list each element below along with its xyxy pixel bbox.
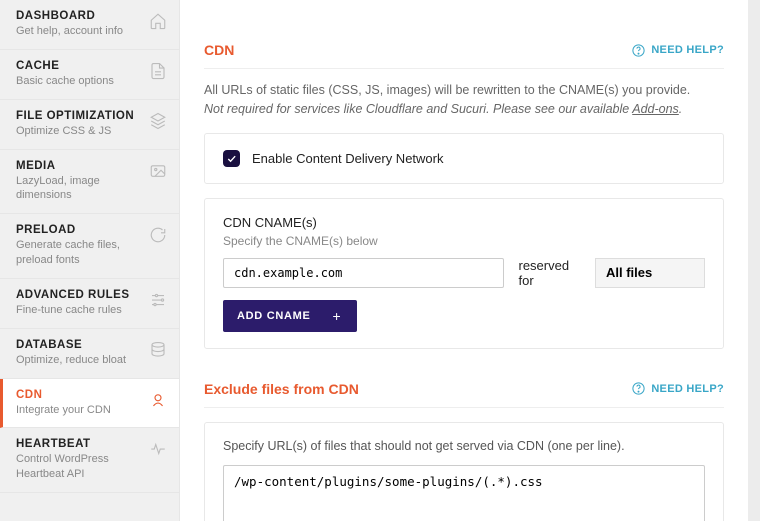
nav-title: DATABASE <box>16 339 143 351</box>
check-icon <box>226 153 237 164</box>
exclude-desc: Specify URL(s) of files that should not … <box>223 439 705 453</box>
nav-subtitle: Generate cache files, preload fonts <box>16 238 143 268</box>
cname-field-hint: Specify the CNAME(s) below <box>223 234 705 248</box>
sidebar-item-preload[interactable]: PRELOAD Generate cache files, preload fo… <box>0 214 179 279</box>
document-icon <box>149 62 167 80</box>
nav-subtitle: LazyLoad, image dimensions <box>16 174 143 204</box>
nav-subtitle: Optimize, reduce bloat <box>16 353 143 368</box>
need-help-link[interactable]: NEED HELP? <box>631 43 724 58</box>
need-help-label: NEED HELP? <box>651 383 724 395</box>
cdn-desc-line2c: . <box>679 102 682 116</box>
filetype-select[interactable]: All files <box>595 258 705 288</box>
nav-title: HEARTBEAT <box>16 438 143 450</box>
enable-cdn-panel: Enable Content Delivery Network <box>204 133 724 184</box>
nav-title: DASHBOARD <box>16 10 143 22</box>
home-icon <box>149 12 167 30</box>
need-help-label: NEED HELP? <box>651 44 724 56</box>
exclude-section-title: Exclude files from CDN <box>204 381 359 397</box>
nav-title: MEDIA <box>16 160 143 172</box>
exclude-textarea[interactable] <box>223 465 705 521</box>
cdn-desc-line1: All URLs of static files (CSS, JS, image… <box>204 81 724 100</box>
cdn-description: All URLs of static files (CSS, JS, image… <box>204 81 724 119</box>
nav-subtitle: Control WordPress Heartbeat API <box>16 452 143 482</box>
sliders-icon <box>149 291 167 309</box>
heartbeat-icon <box>149 440 167 458</box>
help-icon <box>631 43 646 58</box>
main-content: CDN NEED HELP? All URLs of static files … <box>180 0 748 521</box>
nav-subtitle: Fine-tune cache rules <box>16 303 143 318</box>
cdn-section-header: CDN NEED HELP? <box>204 28 724 69</box>
sidebar-item-file-optimization[interactable]: FILE OPTIMIZATION Optimize CSS & JS <box>0 100 179 150</box>
enable-cdn-label: Enable Content Delivery Network <box>252 151 443 166</box>
right-gutter <box>748 0 760 521</box>
sidebar-item-cdn[interactable]: CDN Integrate your CDN <box>0 379 179 429</box>
nav-subtitle: Integrate your CDN <box>16 403 143 418</box>
exclude-section-header: Exclude files from CDN NEED HELP? <box>204 367 724 408</box>
sidebar-item-heartbeat[interactable]: HEARTBEAT Control WordPress Heartbeat AP… <box>0 428 179 493</box>
stack-icon <box>149 112 167 130</box>
nav-subtitle: Optimize CSS & JS <box>16 124 143 139</box>
nav-title: CDN <box>16 389 143 401</box>
reserved-for-label: reserved for <box>518 258 581 288</box>
add-cname-button[interactable]: ADD CNAME + <box>223 300 357 332</box>
sidebar-item-dashboard[interactable]: DASHBOARD Get help, account info <box>0 0 179 50</box>
enable-cdn-checkbox[interactable] <box>223 150 240 167</box>
sidebar-item-database[interactable]: DATABASE Optimize, reduce bloat <box>0 329 179 379</box>
need-help-link[interactable]: NEED HELP? <box>631 381 724 396</box>
sidebar-item-cache[interactable]: CACHE Basic cache options <box>0 50 179 100</box>
add-cname-label: ADD CNAME <box>237 310 311 322</box>
sidebar-item-advanced-rules[interactable]: ADVANCED RULES Fine-tune cache rules <box>0 279 179 329</box>
cdn-cname-panel: CDN CNAME(s) Specify the CNAME(s) below … <box>204 198 724 349</box>
cdn-icon <box>149 391 167 409</box>
cdn-desc-line2a: Not required for services like Cloudflar… <box>204 102 632 116</box>
nav-title: ADVANCED RULES <box>16 289 143 301</box>
help-icon <box>631 381 646 396</box>
sidebar-item-media[interactable]: MEDIA LazyLoad, image dimensions <box>0 150 179 215</box>
nav-subtitle: Get help, account info <box>16 24 143 39</box>
exclude-panel: Specify URL(s) of files that should not … <box>204 422 724 521</box>
cname-field-label: CDN CNAME(s) <box>223 215 705 230</box>
database-icon <box>149 341 167 359</box>
nav-title: FILE OPTIMIZATION <box>16 110 143 122</box>
addons-link[interactable]: Add-ons <box>632 102 679 116</box>
nav-subtitle: Basic cache options <box>16 74 143 89</box>
plus-icon: + <box>333 309 342 323</box>
refresh-icon <box>149 226 167 244</box>
cname-input[interactable] <box>223 258 504 288</box>
settings-sidebar: DASHBOARD Get help, account info CACHE B… <box>0 0 180 521</box>
cdn-section-title: CDN <box>204 42 234 58</box>
nav-title: PRELOAD <box>16 224 143 236</box>
nav-title: CACHE <box>16 60 143 72</box>
image-icon <box>149 162 167 180</box>
